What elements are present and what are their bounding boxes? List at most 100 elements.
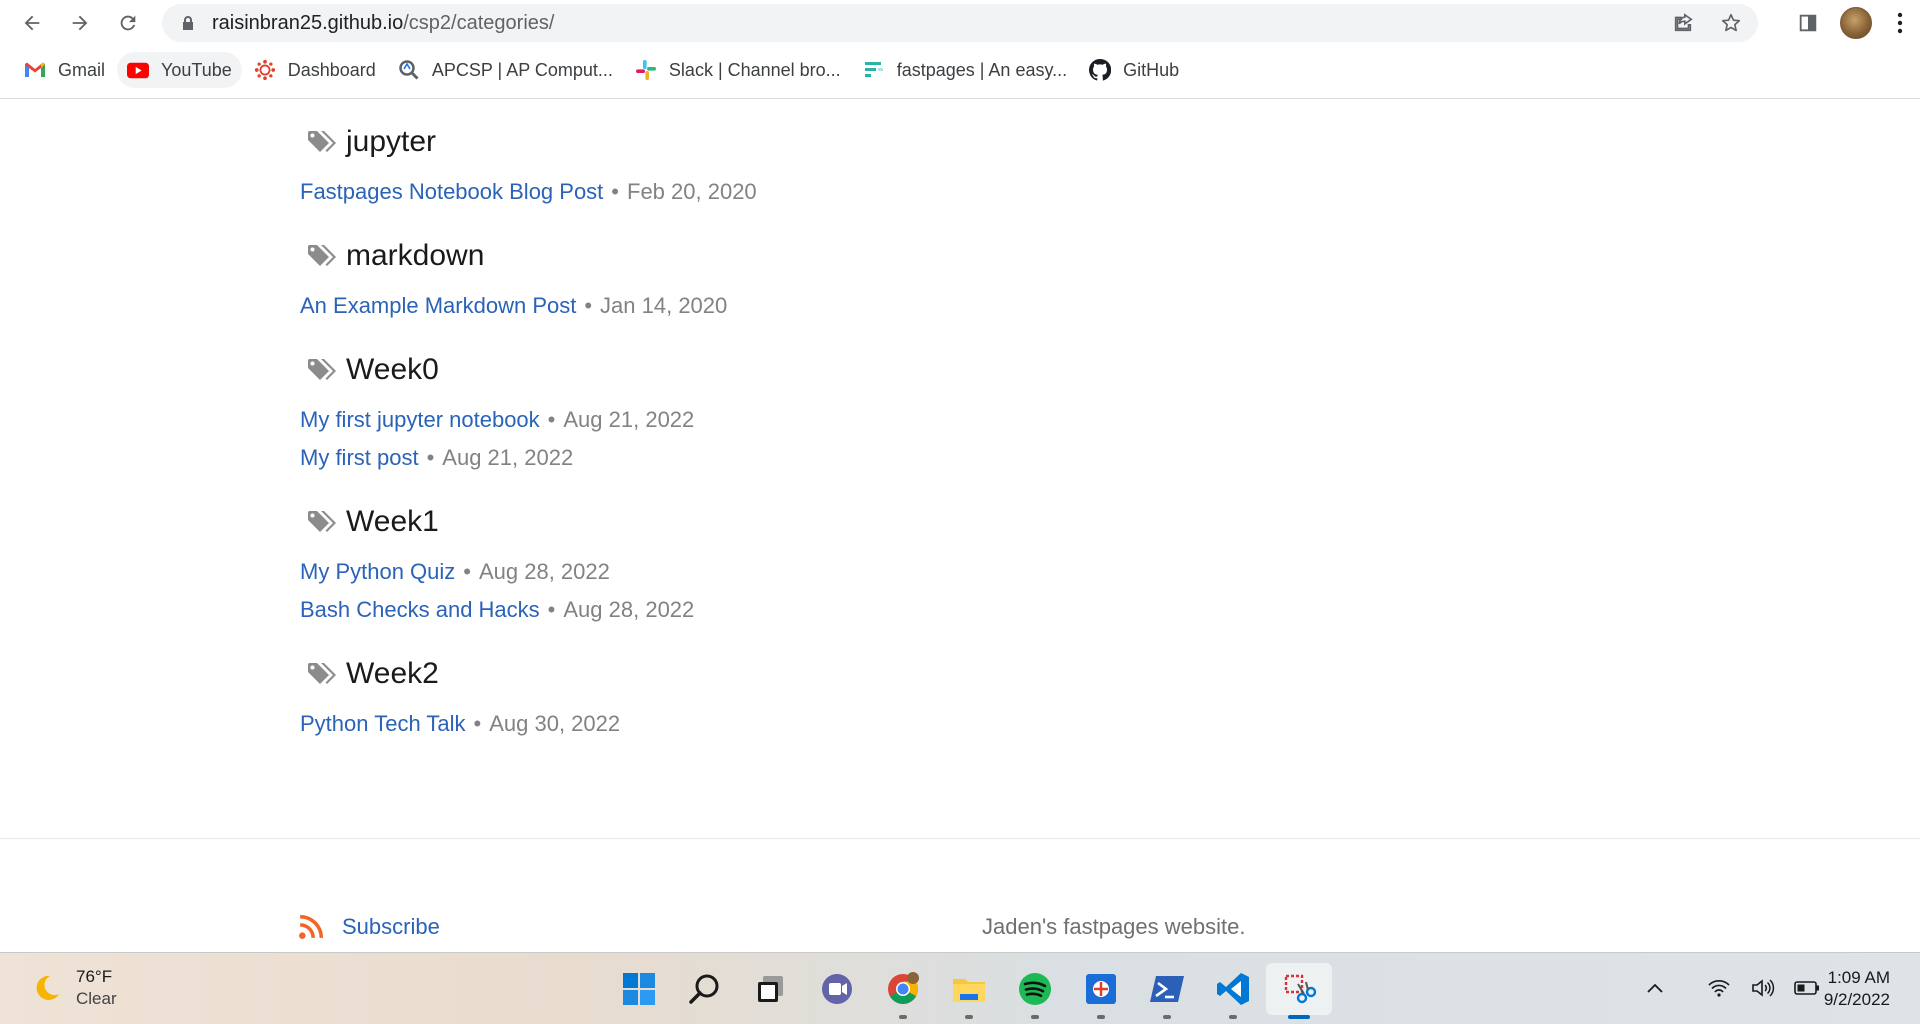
- post-item: Python Tech Talk • Aug 30, 2022: [300, 705, 1300, 743]
- snipping-tool-button[interactable]: [1266, 963, 1332, 1019]
- browser-toolbar: raisinbran25.github.io/csp2/categories/: [0, 0, 1920, 46]
- side-panel-button[interactable]: [1784, 0, 1832, 46]
- bookmark-label: GitHub: [1123, 59, 1180, 80]
- post-date: Aug 21, 2022: [442, 445, 574, 470]
- profile-button[interactable]: [1832, 0, 1880, 46]
- wifi-button[interactable]: [1704, 973, 1734, 1003]
- bookmark-label: YouTube: [161, 59, 232, 80]
- bookmark-dashboard[interactable]: Dashboard: [244, 52, 386, 88]
- post-link[interactable]: Bash Checks and Hacks: [300, 597, 540, 623]
- clock-date: 9/2/2022: [1823, 990, 1890, 1009]
- spotify-button[interactable]: [1002, 963, 1068, 1019]
- site-description: Jaden's fastpages website.: [982, 914, 1246, 939]
- weather-condition: Clear: [76, 989, 117, 1008]
- category-title: Week2: [346, 657, 439, 690]
- remote-desktop-icon: [1086, 974, 1116, 1004]
- snipping-tool-icon: [1284, 974, 1317, 1004]
- teams-chat-button[interactable]: [804, 963, 870, 1015]
- post-link[interactable]: Python Tech Talk: [300, 711, 466, 737]
- bookmark-github[interactable]: GitHub: [1079, 52, 1189, 88]
- post-separator: •: [611, 179, 619, 204]
- category-title: Week0: [346, 353, 439, 386]
- post-link[interactable]: My first jupyter notebook: [300, 407, 540, 433]
- post-date: Aug 30, 2022: [489, 711, 621, 736]
- weather-temperature: 76°F: [76, 967, 113, 986]
- post-link[interactable]: My Python Quiz: [300, 559, 455, 585]
- bookmark-youtube[interactable]: YouTube: [117, 52, 242, 88]
- category-week0: Week0 My first jupyter notebook • Aug 21…: [300, 345, 1300, 477]
- avatar: [1840, 7, 1872, 39]
- bookmark-fastpages[interactable]: fastpages | An easy...: [853, 52, 1077, 88]
- weather-widget[interactable]: 76°F Clear: [30, 967, 117, 1009]
- battery-button[interactable]: [1792, 973, 1822, 1003]
- remote-app-button[interactable]: [1068, 963, 1134, 1019]
- powershell-button[interactable]: [1134, 963, 1200, 1019]
- forward-button[interactable]: [56, 0, 104, 46]
- category-header: Week0: [300, 345, 1300, 395]
- volume-icon: [1752, 979, 1775, 997]
- category-header: Week2: [300, 649, 1300, 699]
- github-icon: [1089, 59, 1112, 81]
- canvas-icon: [254, 59, 276, 81]
- bookmark-star-button[interactable]: [1714, 6, 1748, 40]
- post-link[interactable]: Fastpages Notebook Blog Post: [300, 179, 603, 205]
- spotify-icon: [1019, 973, 1051, 1005]
- show-hidden-icons-button[interactable]: [1640, 973, 1670, 1003]
- category-header: markdown: [300, 231, 1300, 281]
- task-view-icon: [758, 976, 783, 1002]
- vscode-button[interactable]: [1200, 963, 1266, 1019]
- search-button[interactable]: [672, 963, 738, 1015]
- bookmark-apcsp[interactable]: APCSP | AP Comput...: [388, 52, 623, 88]
- arrow-right-icon: [72, 15, 88, 31]
- system-tray: [1640, 973, 1822, 1003]
- subscribe-link[interactable]: Subscribe: [298, 914, 440, 940]
- folder-icon: [953, 979, 985, 1002]
- tags-icon: [308, 359, 336, 380]
- tags-icon: [308, 663, 336, 684]
- address-bar[interactable]: raisinbran25.github.io/csp2/categories/: [162, 4, 1758, 42]
- reload-button[interactable]: [104, 0, 152, 46]
- star-icon: [1721, 13, 1741, 32]
- taskbar-apps: [606, 963, 1332, 1019]
- post-link[interactable]: My first post: [300, 445, 419, 471]
- post-separator: •: [426, 445, 435, 470]
- windows-taskbar: 76°F Clear 1:09 AM 9/2/2022: [0, 952, 1920, 1024]
- chrome-icon: [888, 972, 919, 1004]
- bookmark-label: Dashboard: [287, 59, 376, 80]
- youtube-icon: [127, 59, 150, 81]
- kebab-menu-icon: [1897, 12, 1903, 34]
- file-explorer-button[interactable]: [936, 963, 1002, 1019]
- category-week2: Week2 Python Tech Talk • Aug 30, 2022: [300, 649, 1300, 743]
- bookmark-slack[interactable]: Slack | Channel bro...: [625, 52, 851, 88]
- category-markdown: markdown An Example Markdown Post • Jan …: [300, 231, 1300, 325]
- menu-button[interactable]: [1880, 0, 1920, 46]
- bookmark-label: APCSP | AP Comput...: [431, 59, 613, 80]
- chrome-button[interactable]: [870, 963, 936, 1019]
- lock-icon: [183, 16, 193, 30]
- url-text: raisinbran25.github.io/csp2/categories/: [212, 12, 554, 35]
- tags-icon: [308, 131, 336, 152]
- post-item: An Example Markdown Post • Jan 14, 2020: [300, 287, 1300, 325]
- start-button[interactable]: [606, 963, 672, 1015]
- post-item: Fastpages Notebook Blog Post • Feb 20, 2…: [300, 173, 1300, 211]
- bookmark-gmail[interactable]: Gmail: [14, 52, 115, 88]
- bookmark-label: fastpages | An easy...: [896, 59, 1068, 80]
- category-week1: Week1 My Python Quiz • Aug 28, 2022 Bash…: [300, 497, 1300, 629]
- post-date: Aug 28, 2022: [478, 559, 610, 584]
- url-host: raisinbran25.github.io: [212, 11, 404, 34]
- category-jupyter: jupyter Fastpages Notebook Blog Post • F…: [300, 117, 1300, 211]
- post-separator: •: [473, 711, 482, 736]
- volume-button[interactable]: [1748, 973, 1778, 1003]
- back-button[interactable]: [8, 0, 56, 46]
- task-view-button[interactable]: [738, 963, 804, 1015]
- active-indicator: [1288, 1015, 1310, 1019]
- taskbar-clock[interactable]: 1:09 AM 9/2/2022: [1824, 967, 1890, 1011]
- post-date: Jan 14, 2020: [600, 293, 728, 318]
- share-button[interactable]: [1666, 6, 1700, 40]
- post-separator: •: [547, 597, 556, 622]
- apcsp-icon: [398, 59, 420, 81]
- bookmarks-bar: Gmail YouTube Dashboard APCSP | AP Compu…: [0, 52, 1920, 88]
- post-link[interactable]: An Example Markdown Post: [300, 293, 576, 319]
- url-path: /csp2/categories/: [403, 11, 555, 34]
- fastpages-icon: [863, 59, 885, 81]
